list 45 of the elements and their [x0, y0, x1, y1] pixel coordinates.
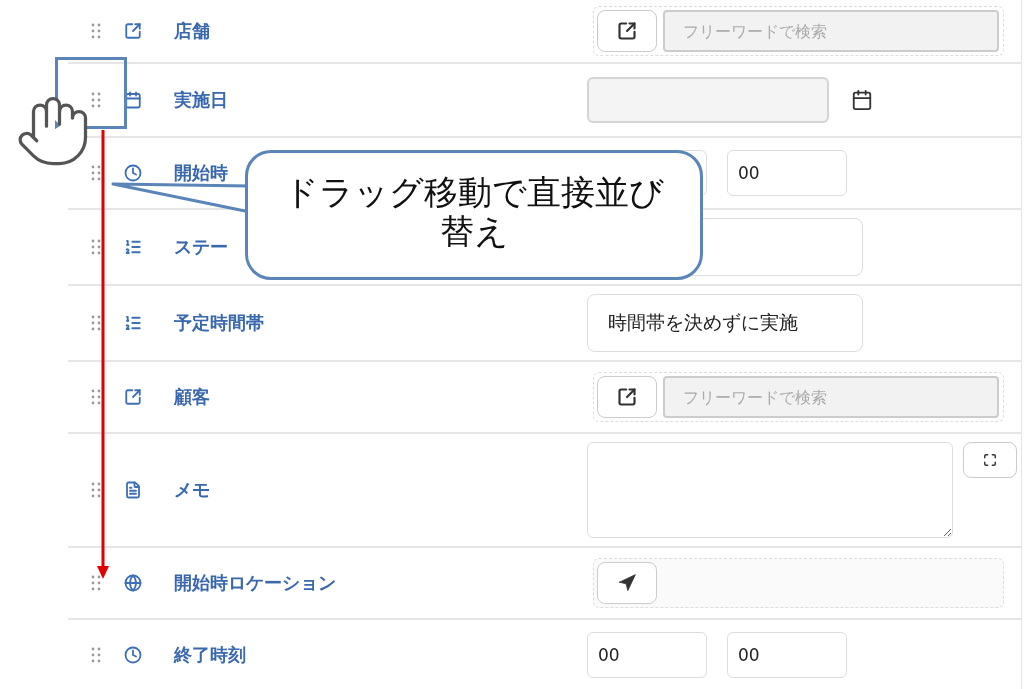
expand-button[interactable] — [963, 442, 1017, 478]
external-link-icon — [124, 388, 142, 406]
globe-icon — [124, 574, 142, 592]
field-label: メモ — [174, 478, 211, 502]
expand-icon — [983, 453, 997, 467]
field-label: 実施日 — [174, 88, 229, 112]
field-label: 終了時刻 — [174, 643, 247, 667]
hour-field[interactable]: 00 — [587, 632, 707, 678]
clock-icon — [124, 646, 142, 664]
field-label: ステー — [174, 235, 229, 259]
calendar-icon — [124, 91, 142, 109]
navigation-arrow-icon — [617, 573, 637, 593]
memo-field[interactable] — [587, 442, 953, 538]
search-field[interactable]: フリーワードで検索 — [663, 10, 999, 52]
field-label: 予定時間帯 — [174, 311, 265, 335]
drag-handle-icon[interactable] — [91, 482, 101, 498]
field-label: 店舗 — [174, 19, 211, 43]
field-label: 開始時ロケーション — [174, 571, 337, 595]
open-link-button[interactable] — [597, 376, 657, 418]
drag-handle-icon[interactable] — [91, 647, 101, 663]
external-link-icon — [617, 21, 637, 41]
drag-handle-icon[interactable] — [91, 315, 101, 331]
external-link-icon — [617, 387, 637, 407]
clock-icon — [124, 164, 142, 182]
open-link-button[interactable] — [597, 10, 657, 52]
drag-handle-icon[interactable] — [91, 575, 101, 591]
drag-handle-icon[interactable] — [91, 165, 101, 181]
numbered-list-icon — [124, 238, 142, 256]
locate-button[interactable] — [597, 562, 657, 604]
document-icon — [124, 481, 142, 499]
minute-field[interactable]: 00 — [727, 632, 847, 678]
drag-handle-icon[interactable] — [91, 23, 101, 39]
drag-handle-icon[interactable] — [91, 389, 101, 405]
field-label: 開始時 — [174, 161, 229, 185]
field-label: 顧客 — [174, 385, 211, 409]
drag-handle-icon[interactable] — [91, 239, 101, 255]
callout-text: ドラッグ移動で直接並び替え — [283, 173, 665, 254]
date-field[interactable] — [587, 77, 829, 123]
minute-field[interactable]: 00 — [727, 150, 847, 196]
select-field[interactable]: 時間帯を決めずに実施 — [587, 294, 863, 352]
calendar-icon[interactable] — [851, 89, 873, 111]
numbered-list-icon — [124, 314, 142, 332]
search-field[interactable]: フリーワードで検索 — [663, 376, 999, 418]
external-link-icon — [124, 22, 142, 40]
drag-handle-icon[interactable] — [91, 92, 101, 108]
